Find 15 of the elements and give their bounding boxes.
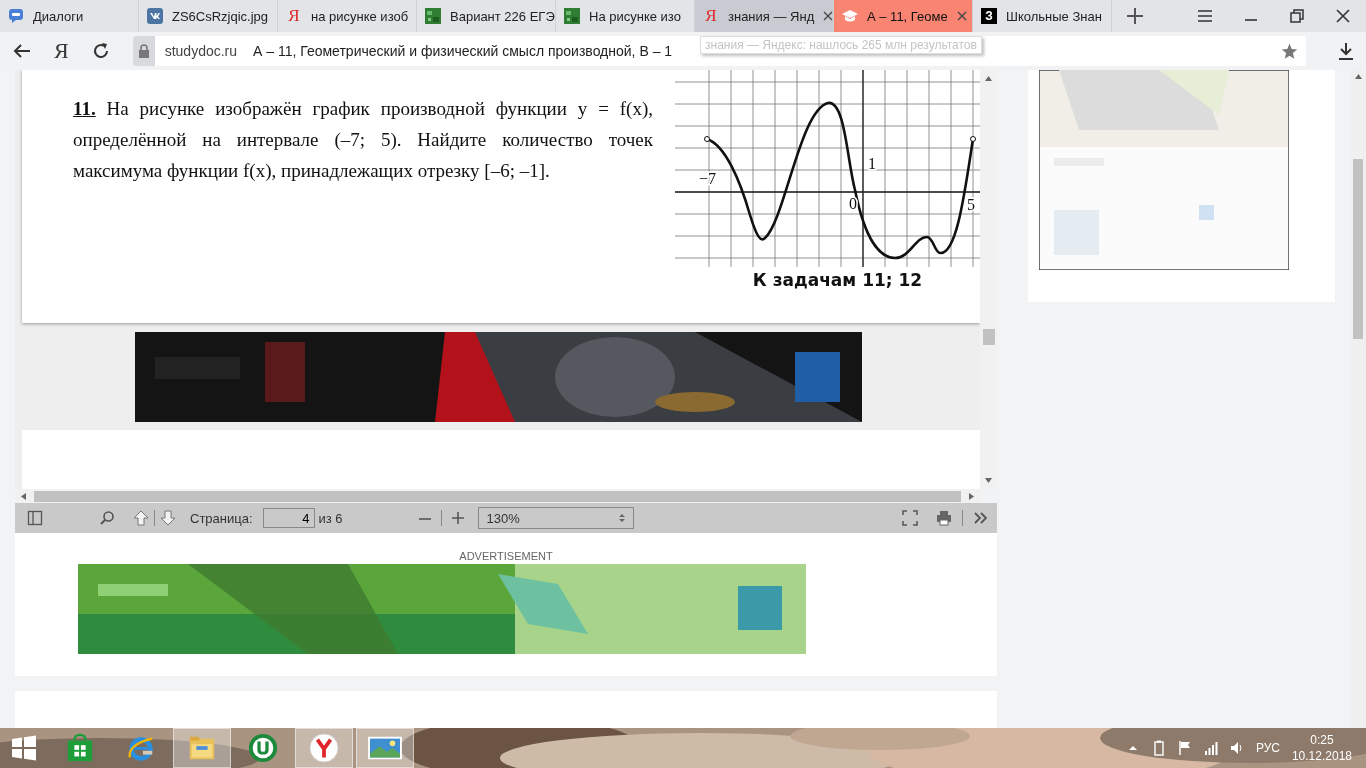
- graph-caption: К задачам 11; 12: [752, 270, 923, 290]
- advertisement-label: ADVERTISEMENT: [459, 550, 553, 563]
- page-title: А – 11, Геометрический и физический смысл производной, В – 1: [253, 43, 673, 59]
- logo-icon: З: [981, 8, 997, 24]
- problem-text: 11. На рисунке изображён график производной функции y = f(x), определённой на интервале (–7; 5). Найдите количество точек максимума функции f(x), принадлежащих отрезку [–6; –1].: [73, 97, 653, 183]
- yandex-logo-icon: Я: [703, 8, 719, 24]
- page-label: Страница:: [190, 510, 253, 526]
- tooltip: знания — Яндекс: нашлось 265 млн результатов: [700, 36, 982, 54]
- axis-label: −7: [699, 170, 717, 187]
- domain-text: studydoc.ru: [164, 43, 238, 59]
- yandex-logo-icon: Я: [286, 8, 302, 24]
- axis-label: 1: [868, 155, 876, 172]
- axis-label: 5: [967, 196, 975, 213]
- axis-label: 0: [849, 195, 857, 212]
- page-total: из 6: [318, 510, 343, 526]
